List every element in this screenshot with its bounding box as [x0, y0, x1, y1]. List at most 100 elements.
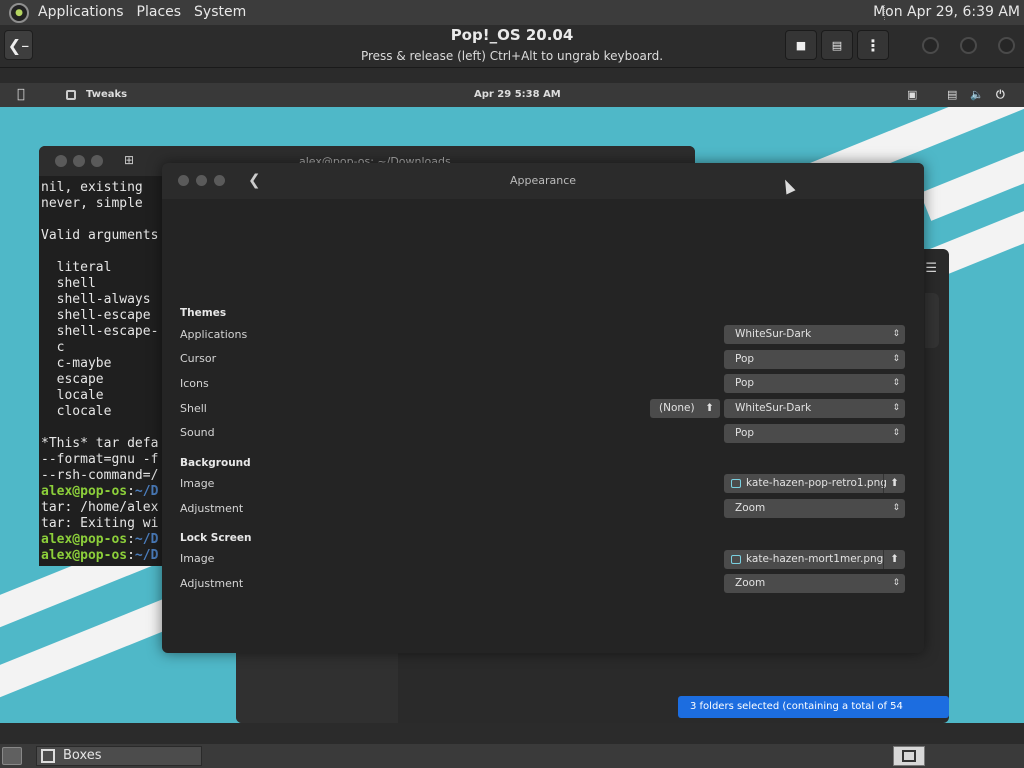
- hamburger-menu-icon[interactable]: ☰: [925, 261, 937, 276]
- lock-image-chooser[interactable]: kate-hazen-mort1mer.png ⬆: [724, 550, 905, 569]
- prompt-user: alex@pop-os: [41, 484, 128, 499]
- applications-theme-select[interactable]: WhiteSur-Dark ⇕: [724, 325, 905, 344]
- section-background: Background: [180, 457, 251, 469]
- tweaks-titlebar[interactable]: ❮ Appearance: [162, 163, 924, 199]
- terminal-line: literal: [41, 260, 112, 275]
- terminal-line: clocale: [41, 404, 112, 419]
- menu-system[interactable]: System: [190, 0, 250, 25]
- active-app-name[interactable]: Tweaks: [86, 89, 127, 100]
- terminal-output[interactable]: nil, existing never, simple Valid argume…: [41, 180, 161, 564]
- maximize-dot-icon[interactable]: [91, 155, 103, 167]
- background-image-label: Image: [180, 477, 215, 490]
- terminal-line: shell-always: [41, 292, 151, 307]
- shell-theme-select[interactable]: WhiteSur-Dark ⇕: [724, 399, 905, 418]
- image-file-icon: [731, 479, 741, 488]
- lock-adjustment-label: Adjustment: [180, 577, 244, 590]
- host-taskbar: Boxes: [0, 744, 1024, 768]
- background-image-chooser[interactable]: kate-hazen-pop-retro1.png ⬆: [724, 474, 905, 493]
- select-arrows-icon: ⇕: [892, 329, 900, 339]
- select-arrows-icon: ⇕: [892, 578, 900, 588]
- close-window-icon[interactable]: [998, 37, 1015, 54]
- menu-places[interactable]: Places: [133, 0, 186, 25]
- terminal-line: locale: [41, 388, 104, 403]
- menu-applications[interactable]: Applications: [34, 0, 128, 25]
- icons-theme-value: Pop: [735, 377, 755, 389]
- workspaces-icon[interactable]: ▣: [907, 88, 917, 101]
- lock-image-file: kate-hazen-mort1mer.png: [746, 553, 884, 565]
- taskbar-item-label: Boxes: [63, 748, 102, 763]
- sound-theme-select[interactable]: Pop ⇕: [724, 424, 905, 443]
- shell-label: Shell: [180, 402, 207, 415]
- terminal-line: tar: Exiting wi: [41, 516, 159, 531]
- lock-adjustment-value: Zoom: [735, 577, 766, 589]
- terminal-line: c-maybe: [41, 356, 112, 371]
- shell-none-button[interactable]: (None) ⬆: [650, 399, 720, 418]
- workspace-switcher[interactable]: [893, 746, 925, 766]
- guest-clock[interactable]: Apr 29 5:38 AM: [474, 89, 561, 100]
- host-clock[interactable]: Mon Apr 29, 6:39 AM: [873, 0, 1020, 25]
- prompt-user: alex@pop-os: [41, 548, 128, 563]
- terminal-line: nil, existing: [41, 180, 143, 195]
- guest-top-panel:  Tweaks Apr 29 5:38 AM ▣ ▤ 🔈 ⏻: [0, 83, 1024, 107]
- keyboard-layout-icon[interactable]: ▤: [947, 88, 957, 101]
- shell-none-value: (None): [659, 402, 695, 414]
- cursor-theme-select[interactable]: Pop ⇕: [724, 350, 905, 369]
- workspace-icon: [902, 750, 916, 762]
- shell-theme-value: WhiteSur-Dark: [735, 402, 812, 414]
- boxes-header-bar: ❮– Pop!_OS 20.04 Press & release (left) …: [0, 25, 1024, 68]
- more-options-button[interactable]: ⋮: [857, 30, 889, 60]
- maximize-window-icon[interactable]: [960, 37, 977, 54]
- select-arrows-icon: ⇕: [892, 503, 900, 513]
- section-themes: Themes: [180, 307, 227, 319]
- vertical-dots-icon: ⋮: [865, 35, 881, 55]
- stop-icon: ■: [795, 38, 807, 52]
- terminal-line: c: [41, 340, 65, 355]
- apple-menu-icon[interactable]: : [17, 87, 25, 102]
- tweaks-app-icon: [66, 90, 76, 100]
- background-adjustment-label: Adjustment: [180, 502, 244, 515]
- keyboard-icon: ▤: [831, 38, 843, 52]
- prompt-user: alex@pop-os: [41, 532, 128, 547]
- taskbar-item-boxes[interactable]: Boxes: [36, 746, 202, 766]
- prompt-path: ~/D: [134, 532, 159, 547]
- terminal-line: shell-escape: [41, 308, 151, 323]
- tweaks-window[interactable]: ❮ Appearance Themes Applications WhiteSu…: [162, 163, 924, 653]
- terminal-line: never, simple: [41, 196, 143, 211]
- volume-icon[interactable]: 🔈: [970, 88, 984, 101]
- show-desktop-icon[interactable]: [2, 747, 22, 765]
- select-arrows-icon: ⇕: [892, 403, 900, 413]
- image-file-icon: [731, 555, 741, 564]
- distro-logo-icon[interactable]: ●: [9, 2, 29, 23]
- select-arrows-icon: ⇕: [892, 378, 900, 388]
- select-arrows-icon: ⇕: [892, 428, 900, 438]
- terminal-line: tar: /home/alex: [41, 500, 159, 515]
- terminal-line: --format=gnu -f: [41, 452, 159, 467]
- section-lock-screen: Lock Screen: [180, 532, 252, 544]
- upload-icon: ⬆: [705, 402, 714, 414]
- send-keys-button[interactable]: ▤: [821, 30, 853, 60]
- applications-theme-value: WhiteSur-Dark: [735, 328, 812, 340]
- new-tab-icon[interactable]: ⊞: [124, 153, 134, 167]
- close-dot-icon[interactable]: [55, 155, 67, 167]
- guest-desktop[interactable]:  Tweaks Apr 29 5:38 AM ▣ ▤ 🔈 ⏻ ⊞ alex@p…: [0, 83, 1024, 723]
- host-top-panel: ● Applications Places System Mon Apr 29,…: [0, 0, 1024, 25]
- stop-button[interactable]: ■: [785, 30, 817, 60]
- minimize-dot-icon[interactable]: [73, 155, 85, 167]
- applications-label: Applications: [180, 328, 248, 341]
- power-icon[interactable]: ⏻: [996, 88, 1005, 102]
- files-panel-edge: [925, 293, 939, 348]
- terminal-line: shell-escape-: [41, 324, 159, 339]
- background-image-file: kate-hazen-pop-retro1.png: [746, 477, 887, 489]
- terminal-line: *This* tar defa: [41, 436, 159, 451]
- tweaks-page-title: Appearance: [509, 174, 577, 187]
- selection-status: 3 folders selected (containing a total o…: [678, 696, 949, 718]
- icons-theme-select[interactable]: Pop ⇕: [724, 374, 905, 393]
- sound-label: Sound: [180, 426, 215, 439]
- cursor-label: Cursor: [180, 352, 217, 365]
- minimize-window-icon[interactable]: [922, 37, 939, 54]
- lock-adjustment-select[interactable]: Zoom ⇕: [724, 574, 905, 593]
- terminal-line: escape: [41, 372, 104, 387]
- background-adjustment-select[interactable]: Zoom ⇕: [724, 499, 905, 518]
- sound-theme-value: Pop: [735, 427, 755, 439]
- cursor-theme-value: Pop: [735, 353, 755, 365]
